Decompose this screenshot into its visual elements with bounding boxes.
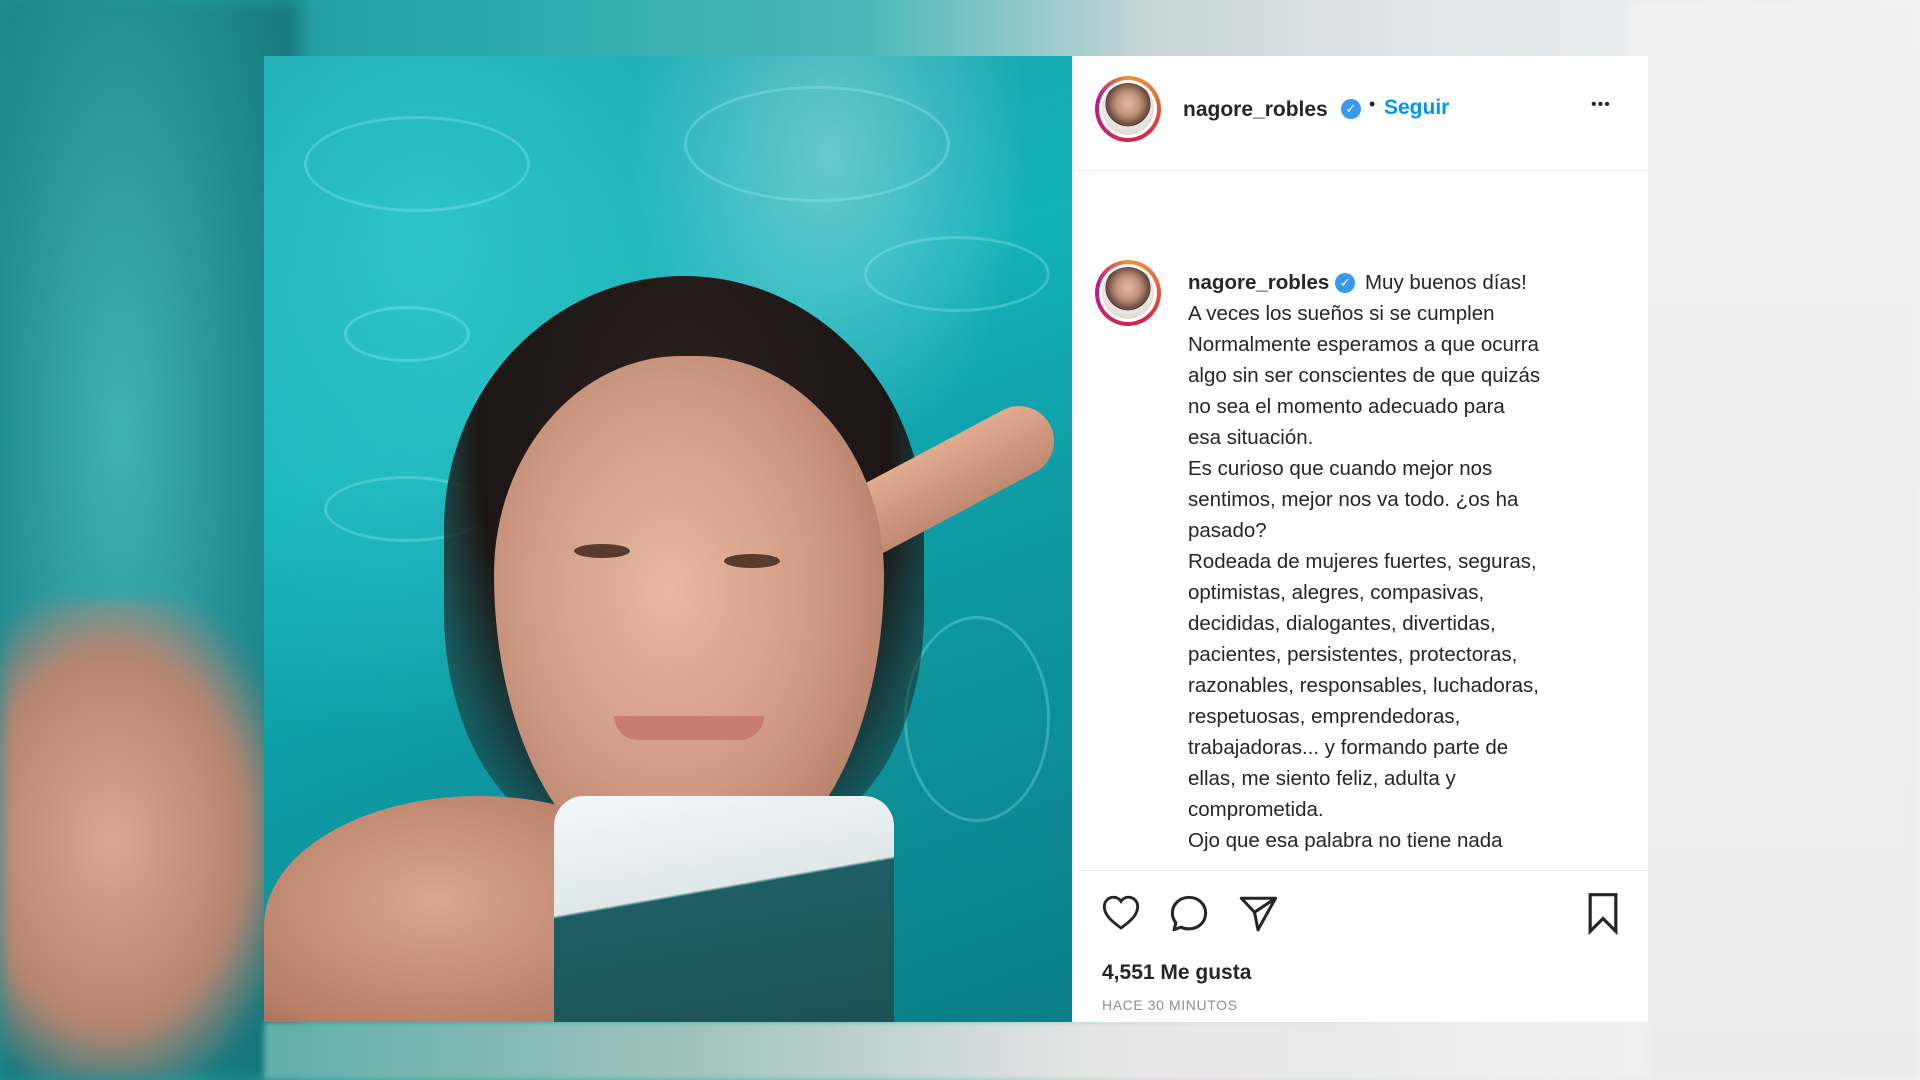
background-blur-right bbox=[1630, 0, 1920, 1080]
post-timestamp[interactable]: HACE 30 MINUTOS bbox=[1102, 997, 1238, 1013]
verified-badge-icon: ✓ bbox=[1341, 99, 1361, 119]
follow-button[interactable]: Seguir bbox=[1384, 96, 1449, 120]
background-blur-bottom bbox=[264, 1022, 1649, 1080]
author-avatar[interactable] bbox=[1095, 76, 1161, 142]
caption-body: Muy buenos días! A veces los sueños si s… bbox=[1188, 271, 1541, 852]
post-side-panel: nagore_robles ✓ • Seguir ••• nagore_robl… bbox=[1072, 56, 1648, 1022]
swimsuit bbox=[554, 796, 894, 1022]
post-actions: 4,551 Me gusta HACE 30 MINUTOS bbox=[1073, 870, 1648, 1022]
author-username[interactable]: nagore_robles bbox=[1183, 98, 1328, 122]
comment-icon[interactable] bbox=[1168, 893, 1210, 935]
caption-area: nagore_robles ✓ Muy buenos días! A veces … bbox=[1073, 170, 1648, 870]
post-header: nagore_robles ✓ • Seguir ••• bbox=[1073, 56, 1648, 171]
more-options-icon[interactable]: ••• bbox=[1591, 96, 1611, 114]
instagram-post: nagore_robles ✓ • Seguir ••• nagore_robl… bbox=[264, 56, 1648, 1022]
likes-count[interactable]: 4,551 Me gusta bbox=[1102, 961, 1251, 985]
caption-verified-badge-icon: ✓ bbox=[1335, 272, 1356, 293]
bookmark-icon[interactable] bbox=[1583, 891, 1623, 935]
paper-plane-icon[interactable] bbox=[1237, 893, 1279, 935]
caption-username[interactable]: nagore_robles bbox=[1188, 271, 1329, 294]
caption-avatar[interactable] bbox=[1095, 260, 1161, 326]
heart-icon[interactable] bbox=[1101, 893, 1141, 933]
post-photo[interactable] bbox=[264, 56, 1072, 1022]
separator-dot: • bbox=[1369, 94, 1376, 114]
caption-text: nagore_robles ✓ Muy buenos días! A veces … bbox=[1188, 267, 1628, 856]
background-blur-left bbox=[0, 0, 300, 1080]
